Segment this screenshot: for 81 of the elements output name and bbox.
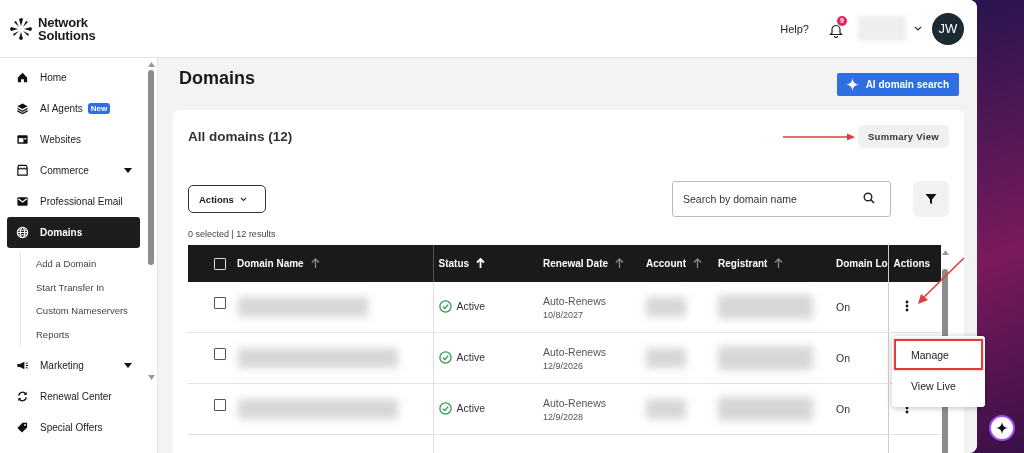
globe-icon xyxy=(16,226,29,239)
refresh-icon xyxy=(16,390,29,403)
help-link[interactable]: Help? xyxy=(780,22,809,35)
caret-icon xyxy=(124,168,132,173)
new-badge: New xyxy=(87,103,111,114)
summary-view-button[interactable]: Summary View xyxy=(858,124,949,148)
caret-icon xyxy=(124,363,132,368)
status-text: Active xyxy=(456,351,486,363)
sidebar-item[interactable]: Marketing xyxy=(7,350,140,381)
megaphone-icon xyxy=(16,359,29,372)
check-circle-icon xyxy=(438,401,452,415)
renewal-type: Auto-Renews xyxy=(543,294,608,307)
tag-icon xyxy=(16,421,29,434)
column-header[interactable]: Status xyxy=(438,258,470,269)
sidebar-item[interactable]: AI Agents New xyxy=(7,93,140,124)
search-icon[interactable] xyxy=(863,192,875,204)
blurred-account xyxy=(646,399,686,419)
card-heading: All domains (12) xyxy=(188,128,293,144)
brand-name: Network Solutions xyxy=(38,15,97,42)
chevron-down-icon[interactable] xyxy=(914,26,922,31)
menu-item[interactable]: View Live xyxy=(894,370,983,401)
renewal-date: 12/9/2028 xyxy=(543,411,585,422)
submenu-link[interactable]: Add a Domain xyxy=(21,252,157,276)
column-header[interactable]: Registrant xyxy=(718,258,768,269)
sidebar-item[interactable]: Special Offers xyxy=(7,412,140,443)
browser-window-icon xyxy=(16,133,29,146)
domain-lock-value: On xyxy=(836,352,850,364)
sidebar-item[interactable]: Commerce xyxy=(7,155,140,186)
blurred-account xyxy=(646,348,686,368)
column-header[interactable]: Account xyxy=(646,258,686,269)
domain-lock-value: On xyxy=(836,301,850,313)
row-checkbox[interactable] xyxy=(214,399,226,411)
column-header: Actions xyxy=(893,258,931,269)
selection-summary: 0 selected | 12 results xyxy=(188,229,277,239)
logo-icon xyxy=(10,17,32,40)
sidebar-item[interactable]: Websites xyxy=(7,124,140,155)
column-header: Domain Lo xyxy=(836,258,888,269)
envelope-icon xyxy=(16,195,29,208)
submenu-link[interactable]: Custom Nameservers xyxy=(21,299,157,323)
row-checkbox[interactable] xyxy=(214,348,226,360)
check-circle-icon xyxy=(438,350,452,364)
submenu-link[interactable]: Reports xyxy=(21,322,157,346)
storefront-icon xyxy=(16,164,29,177)
renewal-type: Auto-Renews xyxy=(543,396,608,409)
chevron-down-icon xyxy=(239,196,247,202)
column-header[interactable]: Renewal Date xyxy=(543,258,609,269)
filter-icon xyxy=(925,193,937,205)
select-all-checkbox[interactable] xyxy=(214,258,226,270)
sparkle-icon xyxy=(996,422,1008,434)
actions-dropdown[interactable]: Actions xyxy=(188,185,266,213)
house-icon xyxy=(16,71,29,84)
row-checkbox[interactable] xyxy=(214,297,226,309)
submenu-link[interactable]: Start Transfer In xyxy=(21,275,157,299)
sidebar-item[interactable]: Domains xyxy=(7,217,140,248)
status-text: Active xyxy=(456,300,486,312)
check-circle-icon xyxy=(438,299,452,313)
scrollbar-thumb[interactable] xyxy=(148,70,154,265)
sidebar-item[interactable]: Renewal Center xyxy=(7,381,140,412)
search-field[interactable]: Search by domain name xyxy=(672,181,891,217)
filter-button[interactable] xyxy=(913,181,949,217)
scroll-up-icon[interactable] xyxy=(941,250,949,255)
sparkle-icon xyxy=(845,77,859,91)
renewal-date: 12/9/2026 xyxy=(543,360,585,371)
sidebar-item[interactable]: Professional Email xyxy=(7,186,140,217)
layers-icon xyxy=(16,102,29,115)
column-header[interactable]: Domain Name xyxy=(237,258,304,269)
scroll-up-icon[interactable] xyxy=(147,62,155,67)
assistant-button[interactable] xyxy=(989,415,1015,441)
blurred-account xyxy=(646,297,686,317)
sidebar-item[interactable]: Home xyxy=(7,62,140,93)
page-title: Domains xyxy=(179,67,256,89)
domain-lock-value: On xyxy=(836,403,850,415)
user-avatar[interactable]: JW xyxy=(932,12,964,45)
menu-item[interactable]: Manage xyxy=(894,339,983,370)
status-text: Active xyxy=(456,402,486,414)
renewal-type: Auto-Renews xyxy=(543,345,608,358)
kebab-menu-icon[interactable] xyxy=(904,300,909,312)
bell-icon[interactable] xyxy=(829,22,843,38)
ai-domain-search-button[interactable]: AI domain search xyxy=(836,72,959,96)
scroll-down-icon[interactable] xyxy=(147,375,155,380)
renewal-date: 10/8/2027 xyxy=(543,309,585,320)
